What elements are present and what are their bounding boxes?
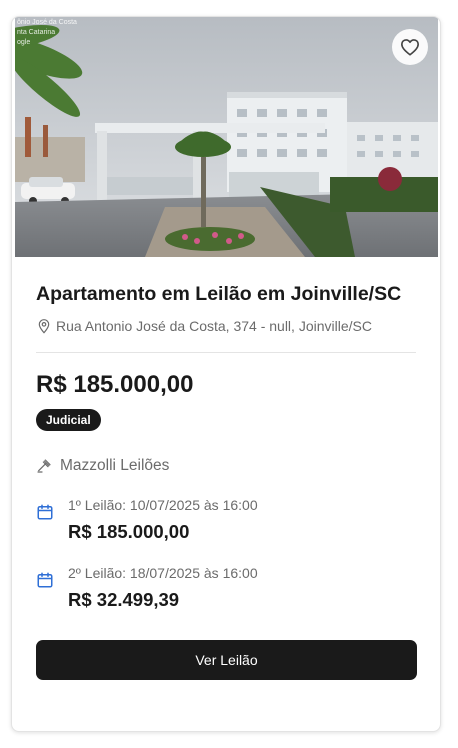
watermark-line: ônio José da Costa [17,19,77,26]
watermark-line: ogle [17,39,31,46]
auction-type-badge: Judicial [36,409,101,431]
map-pin-icon [38,319,50,334]
round-price: R$ 185.000,00 [68,521,190,542]
listing-price: R$ 185.000,00 [36,371,194,398]
property-photo[interactable]: ônio José da Costa nta Catarina ogle [15,17,438,257]
auctioneer-name: Mazzolli Leilões [60,457,170,474]
address-row: Rua Antonio José da Costa, 374 - null, J… [36,318,426,334]
gavel-icon [37,459,51,473]
heart-outline-icon [401,39,419,56]
listing-title: Apartamento em Leilão em Joinville/SC [36,283,402,305]
auctioneer-row: Mazzolli Leilões [36,457,169,475]
listing-card[interactable]: ônio José da Costa nta Catarina ogle Apa… [11,16,441,732]
round-date-label: 1º Leilão: 10/07/2025 às 16:00 [68,497,258,513]
auction-round-2: 2º Leilão: 18/07/2025 às 16:00 R$ 32.499… [36,565,416,615]
auction-round-1: 1º Leilão: 10/07/2025 às 16:00 R$ 185.00… [36,497,416,547]
address-text: Rua Antonio José da Costa, 374 - null, J… [56,318,372,334]
round-date-label: 2º Leilão: 18/07/2025 às 16:00 [68,565,258,581]
view-auction-button[interactable]: Ver Leilão [36,640,417,680]
watermark-line: nta Catarina [17,29,56,36]
property-photo-illustration [15,17,438,257]
favorite-button[interactable] [392,29,428,65]
calendar-icon [37,504,53,520]
round-price: R$ 32.499,39 [68,589,180,610]
calendar-icon [37,572,53,588]
map-watermark: ônio José da Costa nta Catarina ogle [15,17,79,49]
divider [36,352,416,353]
